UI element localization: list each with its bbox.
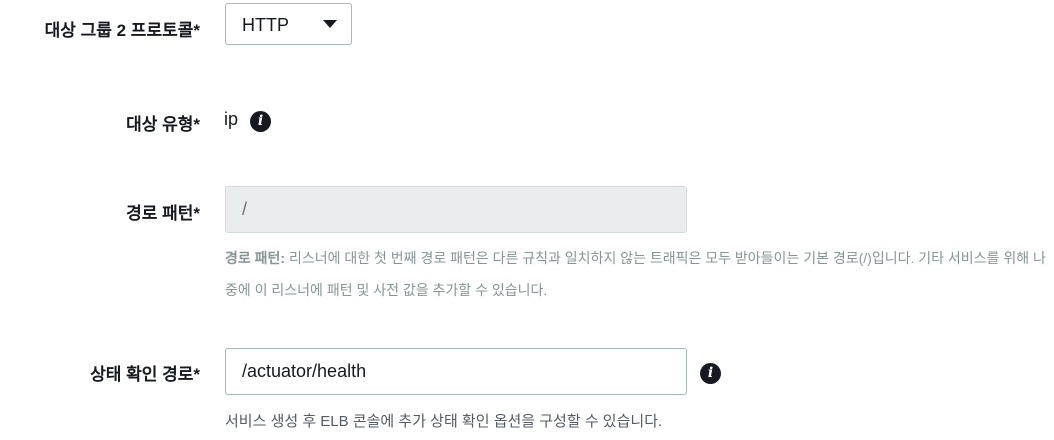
path-pattern-input[interactable] <box>225 186 687 233</box>
path-pattern-label: 경로 패턴* <box>126 204 200 223</box>
protocol-select[interactable]: HTTP <box>225 3 352 45</box>
target-type-label: 대상 유형* <box>126 115 200 134</box>
target-group-form: 대상 그룹 2 프로토콜* HTTP 대상 유형* ip i 경로 패턴* 경로… <box>0 0 1054 440</box>
health-check-label: 상태 확인 경로* <box>90 365 200 384</box>
health-check-path-input[interactable] <box>225 348 687 395</box>
caret-down-icon <box>323 20 337 28</box>
info-icon[interactable]: i <box>250 111 271 132</box>
path-pattern-help: 경로 패턴: 리스너에 대한 첫 번째 경로 패턴은 다른 규칙과 일치하지 않… <box>225 242 1047 306</box>
path-pattern-help-text: 리스너에 대한 첫 번째 경로 패턴은 다른 규칙과 일치하지 않는 트래픽은 … <box>225 250 1046 298</box>
target-type-value: ip <box>224 109 239 129</box>
info-icon[interactable]: i <box>700 363 721 384</box>
protocol-select-value: HTTP <box>242 15 289 35</box>
health-check-help: 서비스 생성 후 ELB 콘솔에 추가 상태 확인 옵션을 구성할 수 있습니다… <box>225 413 663 430</box>
path-pattern-help-title: 경로 패턴: <box>225 250 286 266</box>
protocol-label: 대상 그룹 2 프로토콜* <box>44 21 200 40</box>
